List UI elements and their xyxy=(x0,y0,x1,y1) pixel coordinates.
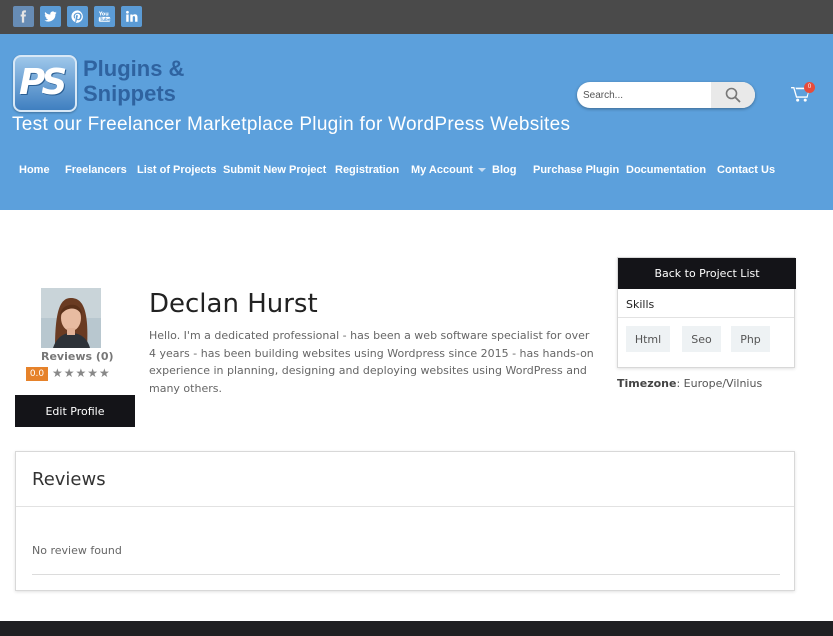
cart-count-badge: 0 xyxy=(804,82,815,93)
nav-item-registration[interactable]: Registration xyxy=(327,162,402,178)
nav-item-contact-us[interactable]: Contact Us xyxy=(709,162,779,178)
social-bar: You Tube xyxy=(0,0,833,34)
nav-label: Purchase Plugin xyxy=(533,164,620,176)
divider xyxy=(16,506,794,507)
chevron-down-icon xyxy=(477,168,486,172)
timezone-value: : Europe/Vilnius xyxy=(676,377,763,390)
logo-mark[interactable]: PS xyxy=(13,55,77,112)
search-button[interactable] xyxy=(711,82,755,108)
star-rating: ★★★★★ xyxy=(52,366,111,380)
pinterest-icon[interactable] xyxy=(67,6,88,27)
back-to-project-list-button[interactable]: Back to Project List xyxy=(618,258,796,289)
profile-bio: Hello. I'm a dedicated professional - ha… xyxy=(149,329,594,395)
twitter-icon[interactable] xyxy=(40,6,61,27)
nav-label: Registration xyxy=(335,164,400,176)
nav-item-my-account[interactable]: My Account xyxy=(402,162,486,178)
nav-label: Contact Us xyxy=(717,164,776,176)
divider xyxy=(32,574,780,575)
edit-profile-button[interactable]: Edit Profile xyxy=(15,395,135,427)
search-input[interactable] xyxy=(583,86,713,104)
nav-label: List of Projects xyxy=(137,164,217,176)
nav-label: My Account xyxy=(411,164,473,176)
skill-tag: Html xyxy=(626,326,670,352)
logo-line2: Snippets xyxy=(83,81,176,106)
nav-item-documentation[interactable]: Documentation xyxy=(618,162,709,178)
rating-badge: 0.0 xyxy=(26,367,48,381)
nav-item-freelancers[interactable]: Freelancers xyxy=(56,162,129,178)
nav-item-submit-new-project[interactable]: Submit New Project xyxy=(215,162,327,178)
timezone-label: Timezone xyxy=(617,377,677,390)
linkedin-icon[interactable] xyxy=(121,6,142,27)
profile-name: Declan Hurst xyxy=(149,289,318,319)
nav-item-purchase-plugin[interactable]: Purchase Plugin xyxy=(525,162,620,178)
nav-label: Blog xyxy=(492,164,517,176)
logo-text[interactable]: Plugins & Snippets xyxy=(83,56,184,106)
facebook-icon[interactable] xyxy=(13,6,34,27)
nav-label: Home xyxy=(19,164,50,176)
skill-tag: Seo xyxy=(682,326,721,352)
site-tagline: Test our Freelancer Marketplace Plugin f… xyxy=(12,114,571,135)
reviews-count: Reviews (0) xyxy=(41,350,114,363)
search-icon xyxy=(725,87,741,103)
skills-heading: Skills xyxy=(626,298,655,311)
main-nav: Home Freelancers List of Projects Submit… xyxy=(10,162,779,178)
nav-item-home[interactable]: Home xyxy=(10,162,56,178)
nav-label: Submit New Project xyxy=(223,164,327,176)
timezone-info: Timezone: Europe/Vilnius xyxy=(617,377,762,390)
no-review-message: No review found xyxy=(32,544,122,557)
avatar xyxy=(41,288,101,348)
nav-item-list-of-projects[interactable]: List of Projects xyxy=(129,162,217,178)
divider xyxy=(618,317,794,318)
site-header: PS Plugins & Snippets Test our Freelance… xyxy=(0,34,833,210)
cart-button[interactable]: 0 xyxy=(791,82,815,106)
logo-line1: Plugins & xyxy=(83,56,185,81)
search-box xyxy=(577,82,755,108)
nav-label: Freelancers xyxy=(65,164,127,176)
nav-label: Documentation xyxy=(626,164,707,176)
svg-text:Tube: Tube xyxy=(100,17,111,22)
logo-mark-text: PS xyxy=(19,62,67,103)
site-footer xyxy=(0,621,833,636)
skills-card: Back to Project List Skills Html Seo Php xyxy=(617,257,796,368)
reviews-section: Reviews No review found xyxy=(15,451,795,591)
youtube-icon[interactable]: You Tube xyxy=(94,6,115,27)
nav-item-blog[interactable]: Blog xyxy=(486,162,525,178)
skill-tag: Php xyxy=(731,326,770,352)
reviews-heading: Reviews xyxy=(32,469,106,490)
